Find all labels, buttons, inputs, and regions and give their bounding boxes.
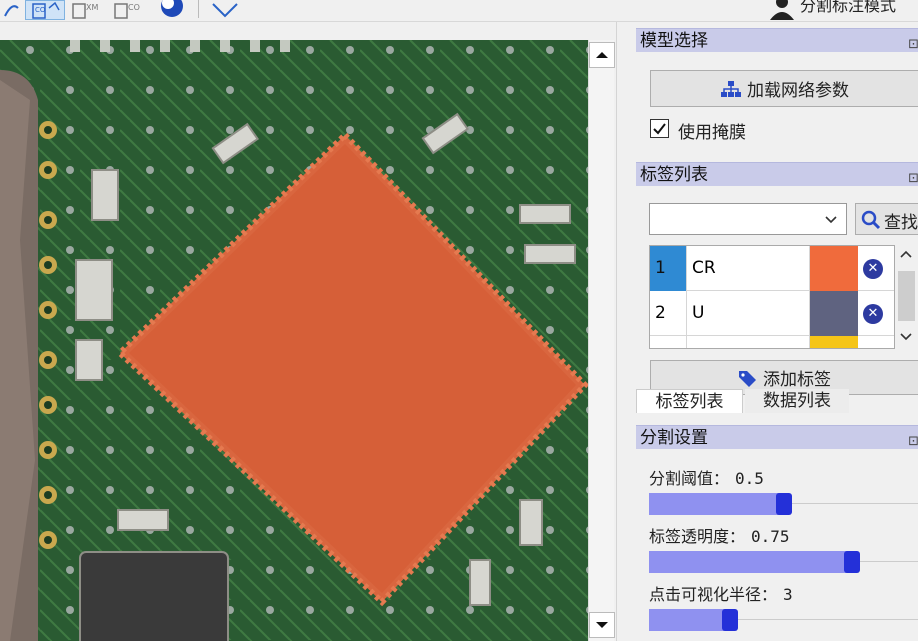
app-window: CO XM CO 分割标注模式 模型选择 ⊡ 加载网络参数 使用掩膜 标签列表 … bbox=[0, 0, 918, 641]
row-name[interactable]: U bbox=[692, 291, 704, 336]
label-combo[interactable] bbox=[649, 203, 847, 235]
pcb-image bbox=[0, 40, 588, 641]
mode-label: 分割标注模式 bbox=[800, 0, 897, 15]
opacity-slider[interactable] bbox=[649, 551, 918, 573]
toolbar: CO XM CO 分割标注模式 bbox=[0, 0, 918, 22]
row-index: 3 bbox=[650, 336, 687, 348]
delete-icon[interactable]: ✕ bbox=[863, 304, 883, 324]
label-table[interactable]: 1 CR ✕ 2 U ✕ 3 ✕ bbox=[649, 245, 895, 349]
slider-rail bbox=[784, 503, 918, 504]
toolbar-separator bbox=[198, 0, 199, 18]
export-xml-icon[interactable]: XM bbox=[70, 0, 106, 20]
pin-icon[interactable]: ⊡ bbox=[908, 167, 918, 191]
polygon-tool-icon[interactable] bbox=[2, 0, 22, 20]
model-section-header: 模型选择 ⊡ bbox=[636, 28, 918, 52]
search-button-label: 查找 bbox=[884, 213, 918, 233]
slider-knob[interactable] bbox=[776, 493, 792, 515]
threshold-value: 0.5 bbox=[735, 469, 764, 488]
seg-section-title: 分割设置 bbox=[640, 428, 708, 448]
threshold-label-text: 分割阈值： bbox=[649, 469, 730, 488]
seg-section-header: 分割设置 ⊡ bbox=[636, 425, 918, 449]
tab-label-list[interactable]: 标签列表 bbox=[636, 389, 743, 413]
row-name[interactable]: CR bbox=[692, 246, 716, 291]
tab-data-list[interactable]: 数据列表 bbox=[745, 389, 849, 413]
opacity-label: 标签透明度： 0.75 bbox=[649, 523, 790, 547]
pin-icon[interactable]: ⊡ bbox=[908, 430, 918, 454]
delete-icon[interactable]: ✕ bbox=[863, 259, 883, 279]
slider-fill bbox=[649, 551, 852, 573]
radius-value: 3 bbox=[783, 585, 793, 604]
slider-knob[interactable] bbox=[844, 551, 860, 573]
load-params-button[interactable]: 加载网络参数 bbox=[650, 70, 918, 107]
model-section-title: 模型选择 bbox=[640, 31, 708, 51]
color-swatch[interactable] bbox=[809, 291, 858, 336]
tab-bar: 标签列表 数据列表 bbox=[636, 389, 918, 413]
shield-tool-icon[interactable] bbox=[210, 0, 240, 20]
radius-slider[interactable] bbox=[649, 609, 918, 631]
row-index: 1 bbox=[650, 246, 687, 291]
arrow-up-icon bbox=[596, 52, 608, 58]
radius-label: 点击可视化半径： 3 bbox=[649, 581, 793, 605]
chevron-down-icon bbox=[900, 333, 912, 341]
threshold-slider[interactable] bbox=[649, 493, 918, 515]
svg-text:CO: CO bbox=[35, 6, 46, 14]
search-button[interactable]: 查找 bbox=[855, 203, 918, 235]
load-params-label: 加载网络参数 bbox=[747, 81, 849, 101]
label-section-title: 标签列表 bbox=[640, 165, 708, 185]
color-swatch[interactable] bbox=[809, 336, 858, 348]
radius-label-text: 点击可视化半径： bbox=[649, 585, 778, 604]
threshold-label: 分割阈值： 0.5 bbox=[649, 465, 764, 489]
network-icon bbox=[721, 80, 741, 97]
image-canvas[interactable] bbox=[0, 40, 588, 641]
user-icon bbox=[770, 0, 794, 20]
scroll-up-button[interactable] bbox=[589, 42, 615, 68]
slider-rail bbox=[852, 561, 918, 562]
label-section-header: 标签列表 ⊡ bbox=[636, 162, 918, 186]
label-table-scrollbar[interactable] bbox=[896, 245, 916, 349]
theme-toggle-icon[interactable] bbox=[158, 0, 186, 20]
pin-icon[interactable]: ⊡ bbox=[908, 33, 918, 57]
opacity-label-text: 标签透明度： bbox=[649, 527, 746, 546]
segment-tool-icon[interactable]: CO bbox=[29, 0, 63, 20]
slider-fill bbox=[649, 493, 784, 515]
table-row[interactable]: 2 U ✕ bbox=[650, 291, 894, 336]
canvas-vertical-scrollbar[interactable] bbox=[588, 40, 615, 641]
scroll-thumb[interactable] bbox=[898, 271, 915, 321]
svg-text:XM: XM bbox=[86, 3, 98, 12]
chevron-up-icon bbox=[900, 250, 912, 258]
scroll-down-button[interactable] bbox=[589, 612, 615, 638]
tag-icon bbox=[739, 370, 756, 387]
slider-fill bbox=[649, 609, 730, 631]
slider-knob[interactable] bbox=[722, 609, 738, 631]
row-index: 2 bbox=[650, 291, 687, 336]
chevron-down-icon bbox=[825, 216, 837, 224]
right-panel: 模型选择 ⊡ 加载网络参数 使用掩膜 标签列表 ⊡ 查找 1 CR ✕ 2 U … bbox=[616, 22, 918, 641]
use-mask-checkbox[interactable] bbox=[650, 119, 669, 138]
slider-rail bbox=[730, 619, 918, 620]
opacity-value: 0.75 bbox=[751, 527, 790, 546]
table-row[interactable]: 3 ✕ bbox=[650, 336, 894, 348]
search-icon bbox=[861, 210, 881, 230]
svg-text:CO: CO bbox=[128, 3, 140, 12]
add-label-text: 添加标签 bbox=[763, 370, 831, 390]
color-swatch[interactable] bbox=[809, 246, 858, 291]
arrow-down-icon bbox=[596, 622, 608, 628]
export-coco-icon[interactable]: CO bbox=[112, 0, 148, 20]
checkmark-icon bbox=[653, 123, 666, 135]
use-mask-label: 使用掩膜 bbox=[678, 123, 746, 143]
table-row[interactable]: 1 CR ✕ bbox=[650, 246, 894, 291]
